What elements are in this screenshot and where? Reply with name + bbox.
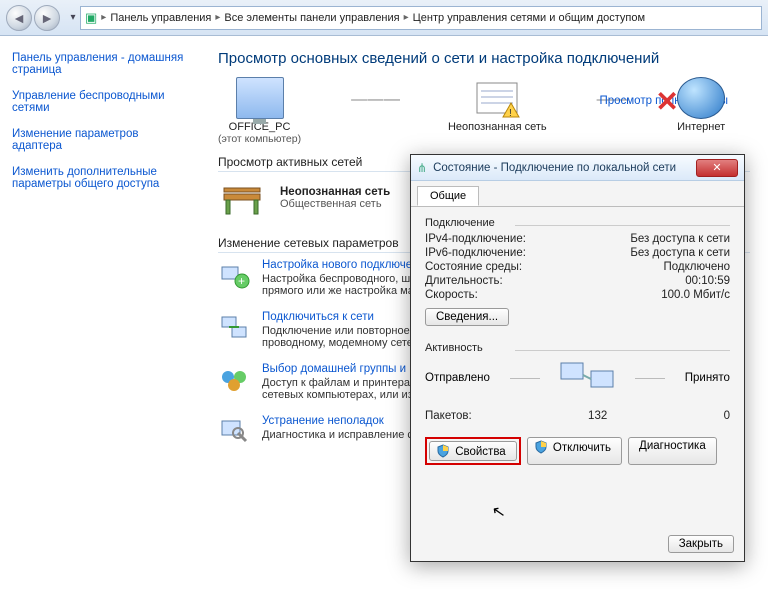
sidebar-link-wireless[interactable]: Управление беспроводными сетями <box>12 90 188 114</box>
param-link[interactable]: Устранение неполадок <box>262 415 384 427</box>
line-icon <box>635 378 665 379</box>
page-title: Просмотр основных сведений о сети и наст… <box>218 50 750 67</box>
network-warning-icon: ! <box>473 77 521 119</box>
connect-network-icon <box>218 311 250 343</box>
computer-icon <box>236 77 284 119</box>
shield-icon <box>534 440 548 454</box>
packets-sent-value: 132 <box>472 410 724 422</box>
param-link[interactable]: Настройка нового подключени <box>262 259 425 271</box>
unknown-network-node[interactable]: ! Неопознанная сеть <box>448 77 547 133</box>
highlight-box: Свойства <box>425 437 521 465</box>
kv-value: Без доступа к сети <box>630 247 730 259</box>
breadcrumb-sep: ▸ <box>215 12 220 23</box>
internet-node[interactable]: ✕ Интернет <box>677 77 725 133</box>
bench-icon <box>218 178 266 218</box>
control-panel-icon: ▣ <box>85 10 97 26</box>
disable-button[interactable]: Отключить <box>527 437 622 465</box>
received-label: Принято <box>685 372 730 384</box>
breadcrumb-sep: ▸ <box>404 12 409 23</box>
kv-media-state: Состояние среды: Подключено <box>425 260 730 274</box>
sidebar-link-home[interactable]: Панель управления - домашняя страница <box>12 52 188 76</box>
troubleshoot-icon <box>218 415 250 447</box>
tab-strip: Общие <box>411 181 744 207</box>
sidebar-link-adapter-settings[interactable]: Изменение параметров адаптера <box>12 128 188 152</box>
back-button[interactable]: ◄ <box>6 5 32 31</box>
param-link[interactable]: Выбор домашней группы и пар <box>262 363 428 375</box>
sent-label: Отправлено <box>425 372 490 384</box>
param-desc: Диагностика и исправление сет <box>262 429 424 441</box>
diagnose-button[interactable]: Диагностика <box>628 437 717 465</box>
packets-recv-value: 0 <box>724 410 730 422</box>
breadcrumb-item[interactable]: Все элементы панели управления <box>224 12 399 24</box>
activity-row: Отправлено Принято <box>425 357 730 399</box>
tab-general[interactable]: Общие <box>417 186 479 206</box>
network-icon: ⋔ <box>417 161 427 175</box>
kv-key: Состояние среды: <box>425 261 522 273</box>
node-label: Неопознанная сеть <box>448 121 547 133</box>
dialog-titlebar[interactable]: ⋔ Состояние - Подключение по локальной с… <box>411 155 744 181</box>
breadcrumb-item[interactable]: Центр управления сетями и общим доступом <box>413 12 645 24</box>
kv-key: Скорость: <box>425 289 478 301</box>
properties-button-label: Свойства <box>455 446 506 458</box>
group-activity-label: Активность <box>425 342 730 354</box>
kv-packets: Пакетов: 132 0 <box>425 409 730 423</box>
group-connection-label: Подключение <box>425 217 730 229</box>
svg-text:!: ! <box>509 108 512 119</box>
kv-key: IPv6-подключение: <box>425 247 526 259</box>
kv-value: 00:10:59 <box>685 275 730 287</box>
homegroup-icon <box>218 363 250 395</box>
kv-key: IPv4-подключение: <box>425 233 526 245</box>
forward-button[interactable]: ► <box>34 5 60 31</box>
close-dialog-button[interactable]: Закрыть <box>668 535 734 553</box>
link-line: — — — <box>351 91 398 109</box>
dialog-title: Состояние - Подключение по локальной сет… <box>433 162 696 174</box>
breadcrumb[interactable]: ▣ ▸ Панель управления ▸ Все элементы пан… <box>80 6 762 30</box>
group-divider <box>515 225 730 226</box>
address-bar: ◄ ► ▾ ▣ ▸ Панель управления ▸ Все элемен… <box>0 0 768 36</box>
dialog-action-row: Свойства Отключить Диагностика <box>425 437 730 465</box>
activity-computers-icon <box>559 357 615 399</box>
x-icon: ✕ <box>643 81 691 123</box>
sidebar-link-sharing-settings[interactable]: Изменить дополнительные параметры общего… <box>12 166 188 190</box>
disable-button-label: Отключить <box>553 442 611 454</box>
kv-duration: Длительность: 00:10:59 <box>425 274 730 288</box>
kv-ipv4: IPv4-подключение: Без доступа к сети <box>425 232 730 246</box>
active-network-name: Неопознанная сеть <box>280 186 390 198</box>
new-connection-icon: + <box>218 259 250 291</box>
group-divider <box>515 350 730 351</box>
kv-value: 100.0 Мбит/с <box>661 289 730 301</box>
this-computer-node[interactable]: OFFICE_PC (этот компьютер) <box>218 77 301 145</box>
kv-value: Подключено <box>664 261 731 273</box>
svg-text:+: + <box>238 274 245 288</box>
connection-status-dialog: ⋔ Состояние - Подключение по локальной с… <box>410 154 745 562</box>
kv-key: Длительность: <box>425 275 503 287</box>
param-link[interactable]: Подключиться к сети <box>262 311 374 323</box>
shield-icon <box>436 444 450 458</box>
network-map-row: OFFICE_PC (этот компьютер) — — — ! Неопо… <box>218 77 750 145</box>
packets-label: Пакетов: <box>425 410 472 422</box>
kv-value: Без доступа к сети <box>630 233 730 245</box>
close-button[interactable]: ✕ <box>696 159 738 177</box>
node-sublabel: (этот компьютер) <box>218 133 301 145</box>
kv-speed: Скорость: 100.0 Мбит/с <box>425 288 730 302</box>
breadcrumb-sep: ▸ <box>101 12 106 23</box>
sidebar: Панель управления - домашняя страница Уп… <box>0 36 200 589</box>
nav-history-dropdown[interactable]: ▾ <box>66 12 80 23</box>
line-icon <box>510 378 540 379</box>
details-button[interactable]: Сведения... <box>425 308 509 326</box>
kv-ipv6: IPv6-подключение: Без доступа к сети <box>425 246 730 260</box>
breadcrumb-item[interactable]: Панель управления <box>110 12 211 24</box>
properties-button[interactable]: Свойства <box>429 441 517 461</box>
active-network-type: Общественная сеть <box>280 198 390 210</box>
